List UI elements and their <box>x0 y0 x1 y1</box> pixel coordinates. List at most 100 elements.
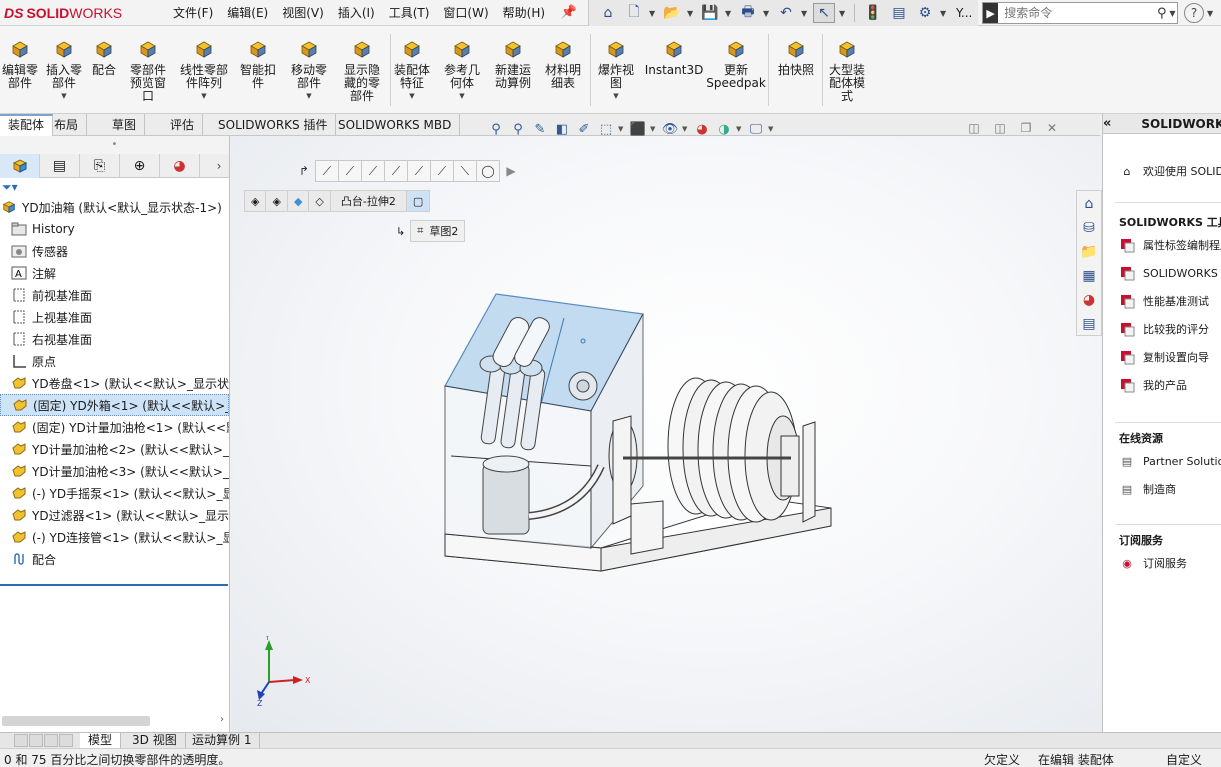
tab-2[interactable]: 草图 <box>104 114 146 136</box>
welcome-link[interactable]: ⌂ 欢迎使用 SOLIDWORKS <box>1117 162 1221 180</box>
scrollbar-thumb[interactable] <box>2 716 150 726</box>
view-palette-icon[interactable]: ▦ <box>1078 265 1100 287</box>
appearances-icon[interactable]: ◕ <box>1078 289 1100 311</box>
display-manager-tab-icon[interactable]: ◕ <box>160 154 200 178</box>
ribbon-button-0[interactable]: 编辑零 部件 <box>0 30 40 112</box>
tree-item[interactable]: 传感器 <box>0 240 229 262</box>
options-gear-icon[interactable]: ⚙ <box>914 3 936 23</box>
new-caret-icon[interactable]: ▼ <box>649 9 657 18</box>
tree-root[interactable]: YD加油箱 (默认<默认_显示状态-1>) <box>0 196 229 218</box>
last-tab-icon[interactable] <box>59 734 73 747</box>
dropdown-caret-icon[interactable]: ▼ <box>459 92 464 100</box>
breadcrumb-sketch[interactable]: ⌗ 草图2 <box>410 220 466 242</box>
new-document-icon[interactable]: 🗋 <box>623 3 645 23</box>
breadcrumb-body-icon[interactable]: ◇ <box>308 190 331 212</box>
tree-item[interactable]: 原点 <box>0 350 229 372</box>
tool-link-0[interactable]: 属性标签编制程序 <box>1117 236 1221 254</box>
restore-window-icon[interactable]: ❐ <box>1018 120 1034 136</box>
search-input[interactable] <box>998 6 1155 20</box>
tile-left-icon[interactable]: ◫ <box>966 120 982 136</box>
file-properties-icon[interactable]: ▤ <box>888 3 910 23</box>
tree-item[interactable]: 配合 <box>0 548 229 570</box>
solidworks-logo[interactable]: DS SOLID WORKS <box>4 4 122 22</box>
ribbon-button-16[interactable]: 大型装 配体模 式 <box>822 30 872 112</box>
close-window-icon[interactable]: ✕ <box>1044 120 1060 136</box>
ribbon-button-14[interactable]: 更新 Speedpak <box>706 30 766 112</box>
property-manager-tab-icon[interactable]: ▤ <box>40 154 80 178</box>
select-arrow-icon[interactable]: ↖ <box>813 3 835 23</box>
dropdown-caret-icon[interactable]: ▼ <box>306 92 311 100</box>
graphics-area[interactable]: ↱ ⟋ ⟋ ⟋ ⟋ ⟋ ⟋ ⟍ ◯ ▶ ◈ ◈ ◆ ◇ 凸台-拉伸2 ▢ ↳ ⌗… <box>231 136 1102 732</box>
search-mode-icon[interactable]: ▶ <box>983 3 999 23</box>
dropdown-caret-icon[interactable]: ▼ <box>613 92 618 100</box>
search-caret-icon[interactable]: ▼ <box>1169 9 1177 18</box>
ribbon-button-7[interactable]: 显示隐 藏的零 部件 <box>338 30 386 112</box>
breadcrumb-subassembly-icon[interactable]: ◈ <box>265 190 288 212</box>
sketch-angle-icon[interactable]: ⟋ <box>338 160 362 182</box>
more-tabs-chevron-icon[interactable]: › <box>209 154 229 177</box>
open-folder-icon[interactable]: 📂 <box>661 3 683 23</box>
menu-item-0[interactable]: 文件(F) <box>166 0 220 26</box>
view-orientation-caret-icon[interactable]: ▼ <box>618 125 626 133</box>
ribbon-button-13[interactable]: Instant3D <box>645 30 703 112</box>
tree-item[interactable]: 上视基准面 <box>0 306 229 328</box>
pin-icon[interactable]: 📌 <box>560 4 578 22</box>
ribbon-button-10[interactable]: 新建运 动算例 <box>490 30 536 112</box>
tab-3[interactable]: 评估 <box>162 114 204 136</box>
collapse-icon[interactable]: « <box>1103 116 1111 131</box>
sketch-angle2-icon[interactable]: ⟋ <box>361 160 385 182</box>
ribbon-button-1[interactable]: 插入零 部件 ▼ <box>44 30 84 112</box>
selection-pointer-icon[interactable]: ↱ <box>292 160 316 182</box>
online-link-0[interactable]: ▤ Partner Solutions <box>1117 452 1221 470</box>
assembly-model-view[interactable] <box>431 286 851 616</box>
ribbon-button-15[interactable]: 拍快照 <box>774 30 818 112</box>
undo-icon[interactable]: ↶ <box>775 3 797 23</box>
bottom-tab-0[interactable]: 模型 <box>80 733 122 749</box>
menu-item-1[interactable]: 编辑(E) <box>220 0 275 26</box>
tree-item[interactable]: 前视基准面 <box>0 284 229 306</box>
file-explorer-icon[interactable]: 📁 <box>1078 241 1100 263</box>
tab-4[interactable]: SOLIDWORKS 插件 <box>210 114 337 136</box>
menu-item-6[interactable]: 帮助(H) <box>496 0 552 26</box>
tool-link-2[interactable]: 性能基准测试 <box>1117 292 1209 310</box>
design-library-icon[interactable]: ⛁ <box>1078 217 1100 239</box>
sketch-angle4-icon[interactable]: ⟋ <box>407 160 431 182</box>
sketch-angle3-icon[interactable]: ⟋ <box>384 160 408 182</box>
select-caret-icon[interactable]: ▼ <box>839 9 847 18</box>
units-customize[interactable]: 自定义 <box>1166 751 1202 767</box>
home-icon[interactable]: ⌂ <box>1078 193 1100 215</box>
ribbon-button-4[interactable]: 线性零部 件阵列 ▼ <box>176 30 232 112</box>
dropdown-caret-icon[interactable]: ▼ <box>409 92 414 100</box>
ribbon-button-6[interactable]: 移动零 部件 ▼ <box>286 30 332 112</box>
ribbon-button-8[interactable]: 装配体 特征 ▼ <box>390 30 434 112</box>
tree-item[interactable]: (固定) YD外箱<1> (默认<<默认>_显 <box>0 394 229 416</box>
first-tab-icon[interactable] <box>14 734 28 747</box>
sketch-circle-icon[interactable]: ◯ <box>476 160 500 182</box>
sketch-angle5-icon[interactable]: ⟋ <box>430 160 454 182</box>
breadcrumb-feature[interactable]: 凸台-拉伸2 <box>329 190 407 212</box>
tile-right-icon[interactable]: ◫ <box>992 120 1008 136</box>
ribbon-button-2[interactable]: 配合 <box>88 30 120 112</box>
online-link-1[interactable]: ▤ 制造商 <box>1117 480 1176 498</box>
ribbon-button-11[interactable]: 材料明 细表 <box>540 30 586 112</box>
configuration-manager-tab-icon[interactable]: ⎘ <box>80 154 120 178</box>
bottom-tab-2[interactable]: 运动算例 1 <box>184 733 261 749</box>
menu-item-3[interactable]: 插入(I) <box>331 0 382 26</box>
filter-icon[interactable]: ⏷▾ <box>0 178 229 196</box>
tree-item[interactable]: History <box>0 218 229 240</box>
tree-item[interactable]: YD卷盘<1> (默认<<默认>_显示状态 <box>0 372 229 394</box>
next-tab-icon[interactable] <box>44 734 58 747</box>
tree-item[interactable]: YD计量加油枪<3> (默认<<默认>_显 <box>0 460 229 482</box>
help-icon[interactable]: ? <box>1184 3 1204 23</box>
hide-show-caret-icon[interactable]: ▼ <box>682 125 690 133</box>
tree-horizontal-scrollbar[interactable]: › <box>2 714 228 728</box>
save-caret-icon[interactable]: ▼ <box>725 9 733 18</box>
menu-item-2[interactable]: 视图(V) <box>275 0 331 26</box>
undo-caret-icon[interactable]: ▼ <box>801 9 809 18</box>
tab-5[interactable]: SOLIDWORKS MBD <box>330 114 461 136</box>
tree-item[interactable]: A 注解 <box>0 262 229 284</box>
tree-item[interactable]: YD计量加油枪<2> (默认<<默认>_显 <box>0 438 229 460</box>
traffic-light-icon[interactable]: 🚦 <box>862 3 884 23</box>
tool-link-5[interactable]: 我的产品 <box>1117 376 1187 394</box>
panel-grip[interactable]: • <box>0 136 229 154</box>
